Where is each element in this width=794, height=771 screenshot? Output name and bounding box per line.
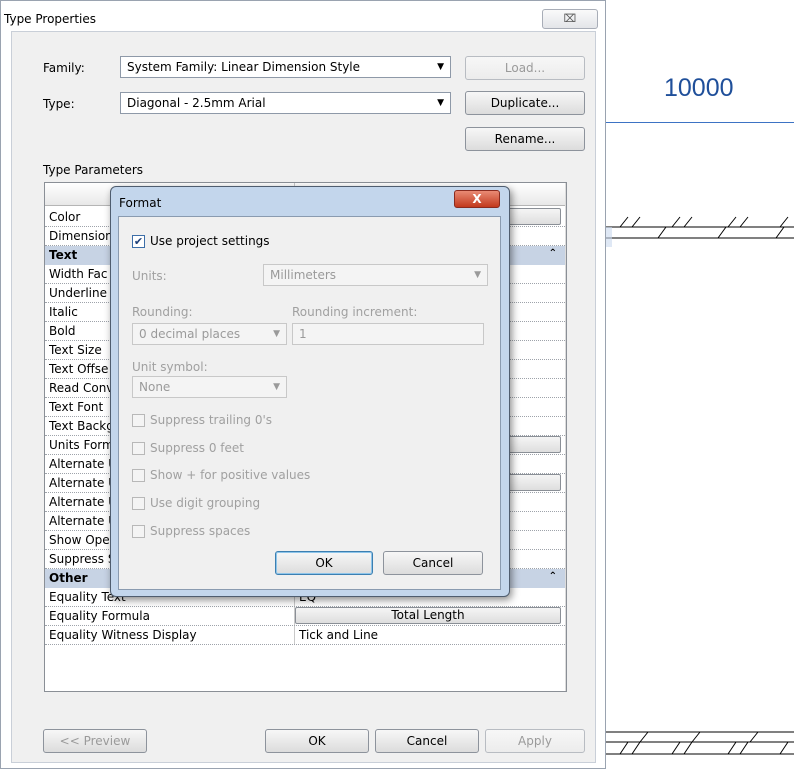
format-ok-button[interactable]: OK [275, 551, 373, 575]
suppress-spaces-checkbox[interactable] [132, 525, 145, 538]
param-name: Text Backg [49, 419, 114, 433]
unit-symbol-select[interactable]: None ▼ [132, 376, 287, 398]
cancel-button[interactable]: Cancel [375, 729, 479, 753]
param-name: Read Conv [49, 381, 114, 395]
close-icon: X [472, 192, 482, 206]
chevron-down-icon: ▼ [474, 270, 481, 280]
rounding-select[interactable]: 0 decimal places ▼ [132, 323, 287, 345]
units-select[interactable]: Millimeters ▼ [263, 264, 488, 286]
param-name: Text Font [49, 400, 104, 414]
rounding-increment-input[interactable]: 1 [292, 323, 484, 345]
units-label: Units: [132, 269, 167, 283]
chevron-down-icon: ▼ [273, 382, 280, 392]
format-dialog-title: Format [119, 196, 162, 210]
type-parameters-label: Type Parameters [43, 163, 144, 177]
option-label: Show + for positive values [150, 468, 311, 482]
family-value: System Family: Linear Dimension Style [127, 60, 361, 74]
option-label: Suppress spaces [150, 524, 251, 538]
chevron-down-icon: ▼ [273, 329, 280, 339]
format-dialog: Format X ✔ Use project settings Units: M… [110, 186, 510, 597]
check-icon: ✔ [133, 235, 144, 248]
option-label: Suppress trailing 0's [150, 413, 273, 427]
digit-grouping-checkbox[interactable] [132, 497, 145, 510]
close-dialog-button[interactable]: ⌧ [542, 9, 598, 29]
param-name: Text Offse [49, 362, 109, 376]
use-project-settings-label: Use project settings [150, 234, 270, 248]
param-name: Alternate U [49, 495, 117, 509]
type-select[interactable]: Diagonal - 2.5mm Arial ▼ [120, 92, 451, 114]
apply-button[interactable]: Apply [485, 729, 585, 753]
param-name: Bold [49, 324, 76, 338]
wall-hatch-top [600, 216, 794, 247]
param-name: Suppress S [49, 552, 116, 566]
collapse-icon[interactable]: ⌃ [549, 248, 557, 259]
type-value: Diagonal - 2.5mm Arial [127, 96, 266, 110]
grid-row[interactable]: Equality Witness Display Tick and Line [45, 626, 565, 645]
suppress-trailing-zeros-checkbox[interactable] [132, 414, 145, 427]
option-label: Suppress 0 feet [150, 441, 244, 455]
family-label: Family: [43, 61, 85, 75]
wall-hatch-bottom [600, 731, 794, 755]
chevron-down-icon: ▼ [437, 62, 444, 72]
dimension-line [600, 122, 794, 123]
rename-button[interactable]: Rename... [465, 127, 585, 151]
dialog-title: Type Properties [4, 12, 97, 26]
param-name: Equality Formula [49, 609, 150, 623]
units-value: Millimeters [270, 268, 337, 282]
collapse-icon[interactable]: ⌃ [549, 571, 557, 582]
type-label: Type: [43, 97, 75, 111]
option-label: Use digit grouping [150, 496, 261, 510]
suppress-zero-feet-checkbox[interactable] [132, 442, 145, 455]
chevron-down-icon: ▼ [437, 98, 444, 108]
unit-symbol-value: None [139, 380, 171, 394]
param-name: Color [49, 210, 81, 224]
ok-button[interactable]: OK [265, 729, 369, 753]
param-name: Alternate U [49, 457, 117, 471]
grid-scrollbar[interactable]: ▲ ≡ ▼ [565, 183, 566, 691]
group-title: Text [49, 248, 78, 262]
param-name: Equality Witness Display [49, 628, 197, 642]
param-name: Italic [49, 305, 78, 319]
dimension-value-text: 10000 [664, 74, 734, 102]
format-close-button[interactable]: X [454, 190, 500, 208]
group-title: Other [49, 571, 88, 585]
param-name: Dimension [49, 229, 113, 243]
param-name: Text Size [49, 343, 102, 357]
rounding-value: 0 decimal places [139, 327, 241, 341]
use-project-settings-checkbox[interactable]: ✔ [132, 235, 145, 248]
param-name: Width Fac [49, 267, 108, 281]
format-dialog-body: ✔ Use project settings Units: Millimeter… [118, 216, 501, 590]
family-select[interactable]: System Family: Linear Dimension Style ▼ [120, 56, 451, 78]
param-name: Units Form [49, 438, 114, 452]
param-name: Show Ope [49, 533, 110, 547]
param-name: Alternate U [49, 514, 117, 528]
unit-symbol-label: Unit symbol: [132, 360, 208, 374]
load-button[interactable]: Load... [465, 56, 585, 80]
param-value[interactable]: Tick and Line [299, 628, 378, 642]
preview-button[interactable]: << Preview [43, 729, 147, 753]
rounding-increment-label: Rounding increment: [292, 305, 418, 319]
show-plus-checkbox[interactable] [132, 469, 145, 482]
grid-row[interactable]: Equality Formula Total Length [45, 607, 565, 626]
close-icon: ⌧ [563, 12, 577, 25]
param-name: Alternate U [49, 476, 117, 490]
rounding-label: Rounding: [132, 305, 193, 319]
format-cancel-button[interactable]: Cancel [383, 551, 483, 575]
param-name: Underline [49, 286, 107, 300]
duplicate-button[interactable]: Duplicate... [465, 91, 585, 115]
equality-formula-button[interactable]: Total Length [295, 607, 561, 624]
